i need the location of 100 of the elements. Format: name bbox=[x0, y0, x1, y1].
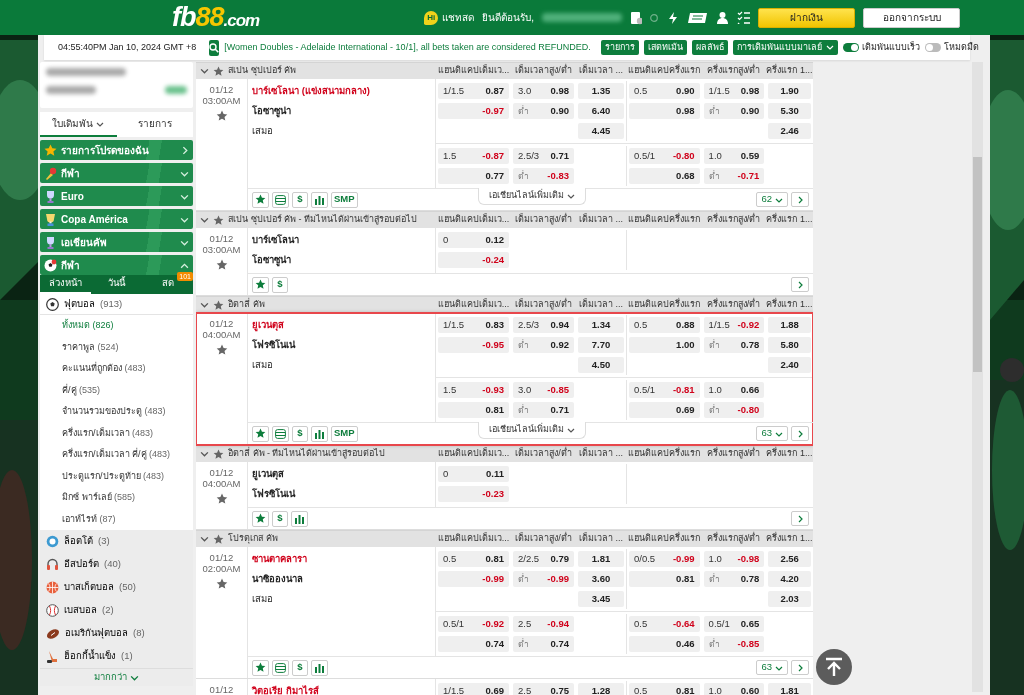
market-item[interactable]: ประตูแรก/ประตูท้าย (483) bbox=[40, 465, 193, 487]
odds-button[interactable]: 1.81 bbox=[768, 683, 811, 695]
search-button[interactable] bbox=[209, 39, 220, 56]
odds-button[interactable]: 1.28 bbox=[578, 683, 624, 695]
odds-button[interactable]: 1.34 bbox=[578, 317, 624, 333]
odds-button[interactable]: ต่ำ 0.92 bbox=[513, 337, 574, 353]
odds-button[interactable]: 2.46 bbox=[768, 123, 811, 139]
odds-button[interactable]: 0.5/1 -0.81 bbox=[629, 382, 700, 398]
tool-button[interactable] bbox=[311, 425, 328, 442]
odds-button[interactable]: 0.5/1 -0.92 bbox=[438, 616, 509, 632]
markets-count-dropdown[interactable]: 63 bbox=[756, 426, 788, 441]
sport-item[interactable]: ฟุตบอล (913) bbox=[40, 294, 193, 315]
odds-button[interactable]: 0.81 bbox=[629, 571, 700, 587]
odds-button[interactable]: ต่ำ -0.99 bbox=[513, 571, 574, 587]
logout-button[interactable]: ออกจากระบบ bbox=[863, 7, 960, 28]
next-button[interactable] bbox=[791, 277, 809, 292]
odds-button[interactable]: 2.40 bbox=[768, 357, 811, 373]
favorite-button[interactable] bbox=[215, 343, 228, 356]
odds-button[interactable]: 1.90 bbox=[768, 83, 811, 99]
markets-count-dropdown[interactable]: 62 bbox=[756, 192, 788, 207]
tool-button[interactable] bbox=[311, 191, 328, 208]
more-lines-tab[interactable]: เอเชียนไลน์เพิ่มเติม bbox=[478, 188, 586, 205]
toggle-switch[interactable] bbox=[924, 43, 941, 52]
odds-type-dropdown[interactable]: การเดิมพันแบบมาเลย์ bbox=[732, 40, 838, 55]
odds-button[interactable]: 1.0 0.59 bbox=[703, 148, 765, 164]
odds-button[interactable]: 3.60 bbox=[578, 571, 624, 587]
scrollbar[interactable] bbox=[972, 62, 983, 692]
toolbar-button[interactable]: รายการ bbox=[600, 40, 639, 55]
sidebar-menu-item[interactable]: รายการโปรดของฉัน bbox=[40, 140, 193, 160]
sidebar-tab[interactable]: ใบเดิมพัน bbox=[40, 112, 117, 137]
market-item[interactable]: ครึ่งแรก/เต็มเวลา คี่/คู่ (483) bbox=[40, 444, 193, 466]
tool-button[interactable]: SMP bbox=[331, 191, 358, 208]
tool-button[interactable]: SMP bbox=[331, 425, 358, 442]
odds-button[interactable]: 0.5 0.88 bbox=[629, 317, 700, 333]
odds-button[interactable]: 1.81 bbox=[578, 551, 624, 567]
odds-button[interactable]: 5.30 bbox=[768, 103, 811, 119]
sidebar-tab[interactable]: รายการ bbox=[116, 112, 193, 137]
logo[interactable]: fb88.com bbox=[172, 4, 260, 31]
odds-button[interactable]: 1.35 bbox=[578, 83, 624, 99]
tool-button[interactable]: $ bbox=[292, 425, 308, 442]
odds-button[interactable]: 1.5 -0.93 bbox=[438, 382, 509, 398]
odds-button[interactable]: 5.80 bbox=[768, 337, 811, 353]
next-button[interactable] bbox=[791, 660, 809, 675]
deposit-button[interactable]: ฝากเงิน bbox=[758, 7, 855, 28]
tool-button[interactable] bbox=[272, 659, 289, 676]
odds-button[interactable]: 0.5/1 -0.80 bbox=[629, 148, 700, 164]
odds-button[interactable]: ต่ำ -0.80 bbox=[703, 402, 765, 418]
tool-button[interactable] bbox=[252, 659, 269, 676]
tool-button[interactable] bbox=[252, 510, 269, 527]
sidebar-menu-item[interactable]: กีฬา bbox=[40, 163, 193, 183]
odds-button[interactable]: 6.40 bbox=[578, 103, 624, 119]
toolbar-button[interactable]: เสตทเม้น bbox=[643, 40, 687, 55]
odds-button[interactable]: ต่ำ 0.74 bbox=[513, 636, 574, 652]
odds-button[interactable]: 1.0 0.60 bbox=[703, 683, 765, 695]
tool-button[interactable]: $ bbox=[292, 659, 308, 676]
toolbar-button[interactable]: ผลลัพธ์ bbox=[691, 40, 728, 55]
odds-button[interactable]: 1.5 -0.87 bbox=[438, 148, 509, 164]
tool-button[interactable] bbox=[272, 425, 289, 442]
odds-button[interactable]: 2.5 -0.94 bbox=[513, 616, 574, 632]
odds-button[interactable]: 2.5/3 0.71 bbox=[513, 148, 574, 164]
markets-count-dropdown[interactable]: 63 bbox=[756, 660, 788, 675]
tool-button[interactable]: $ bbox=[272, 276, 288, 293]
league-header[interactable]: สเปน ซุปเปอร์ คัพ แฮนดิแคปเต็มเว... เต็มเวลาสูง/ต่ำ เต็มเวลา ... แฮนดิแคปครึ่งแรก ครึ่งแรกสูง/ต่ำ ครึ่งแรก 1... bbox=[196, 62, 813, 79]
odds-button[interactable]: 1.0 -0.98 bbox=[703, 551, 765, 567]
odds-button[interactable]: 0.5 0.81 bbox=[438, 551, 509, 567]
odds-button[interactable]: 3.0 -0.85 bbox=[513, 382, 574, 398]
odds-button[interactable]: 2.5 0.75 bbox=[513, 683, 574, 695]
odds-button[interactable]: 2.5/3 0.94 bbox=[513, 317, 574, 333]
tool-button[interactable]: $ bbox=[292, 191, 308, 208]
odds-button[interactable]: -0.99 bbox=[438, 571, 509, 587]
odds-button[interactable]: ต่ำ 0.78 bbox=[703, 337, 765, 353]
market-item[interactable]: มิกซ์ พาร์เลย์ (585) bbox=[40, 487, 193, 509]
odds-button[interactable]: 1.88 bbox=[768, 317, 811, 333]
tool-button[interactable] bbox=[291, 510, 308, 527]
more-lines-tab[interactable]: เอเชียนไลน์เพิ่มเติม bbox=[478, 422, 586, 439]
odds-button[interactable]: 0.69 bbox=[629, 402, 700, 418]
sidebar-menu-item[interactable]: กีฬา bbox=[40, 255, 193, 275]
odds-button[interactable]: ต่ำ 0.78 bbox=[703, 571, 765, 587]
next-button[interactable] bbox=[791, 192, 809, 207]
odds-button[interactable]: ต่ำ 0.90 bbox=[513, 103, 574, 119]
odds-button[interactable]: 1/1.5 0.83 bbox=[438, 317, 509, 333]
scroll-to-top-button[interactable] bbox=[816, 649, 852, 685]
favorite-button[interactable] bbox=[215, 258, 228, 271]
odds-button[interactable]: 0.68 bbox=[629, 168, 700, 184]
odds-button[interactable]: 0.46 bbox=[629, 636, 700, 652]
odds-button[interactable]: 0.5/1 0.65 bbox=[703, 616, 765, 632]
odds-button[interactable]: -0.97 bbox=[438, 103, 509, 119]
odds-button[interactable]: 4.45 bbox=[578, 123, 624, 139]
tool-button[interactable] bbox=[252, 425, 269, 442]
odds-button[interactable]: 1/1.5 0.87 bbox=[438, 83, 509, 99]
odds-button[interactable]: 1/1.5 0.98 bbox=[703, 83, 765, 99]
odds-button[interactable]: 0.5 0.90 bbox=[629, 83, 700, 99]
odds-button[interactable]: 0 0.12 bbox=[438, 232, 509, 248]
odds-button[interactable]: 0.5 -0.64 bbox=[629, 616, 700, 632]
league-header[interactable]: โปรตุเกส คัพ แฮนดิแคปเต็มเว... เต็มเวลาสูง/ต่ำ เต็มเวลา ... แฮนดิแคปครึ่งแรก ครึ่งแรกสูง/ต่ำ ครึ่งแรก 1... bbox=[196, 530, 813, 547]
tool-button[interactable] bbox=[252, 276, 269, 293]
odds-button[interactable]: 0.5 0.81 bbox=[629, 683, 700, 695]
market-item[interactable]: ราคาพูล (524) bbox=[40, 336, 193, 358]
sidebar-menu-item[interactable]: Euro bbox=[40, 186, 193, 206]
sidebar-menu-item[interactable]: Copa América bbox=[40, 209, 193, 229]
